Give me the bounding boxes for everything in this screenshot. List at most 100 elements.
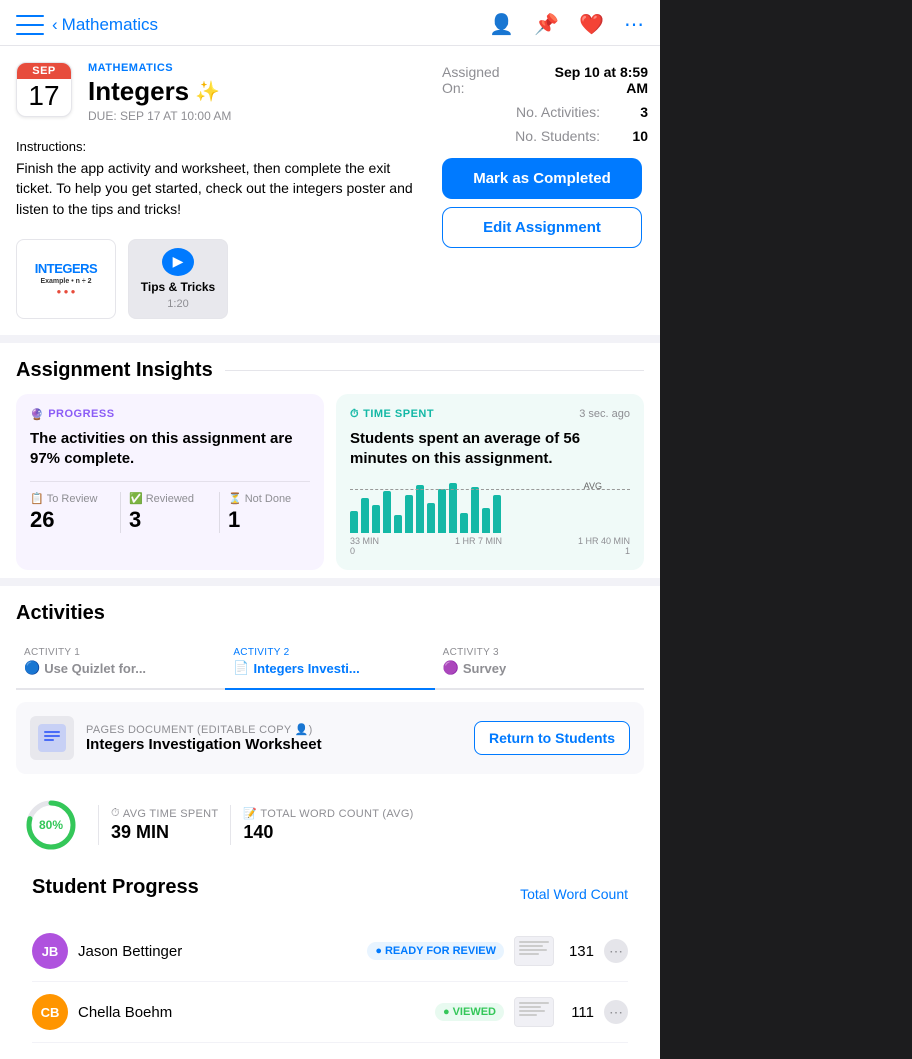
integers-attachment[interactable]: INTEGERS Example • n ÷ 2 ● ● ● bbox=[16, 239, 116, 319]
integers-title: INTEGERS bbox=[35, 261, 97, 276]
not-done-value: 1 bbox=[228, 507, 310, 533]
doc-card: PAGES DOCUMENT (EDITABLE COPY 👤) Integer… bbox=[16, 702, 644, 774]
attachments-row: INTEGERS Example • n ÷ 2 ● ● ● ▶ Tips & … bbox=[0, 231, 430, 335]
time-text: Students spent an average of 56 minutes … bbox=[350, 429, 630, 470]
subject-label: MATHEMATICS bbox=[88, 62, 414, 74]
activities-row: No. Activities: 3 bbox=[442, 100, 648, 124]
bar-6 bbox=[405, 495, 413, 533]
assignment-title: Integers ✨ bbox=[88, 76, 414, 107]
student-progress-title: Student Progress bbox=[32, 876, 199, 899]
assigned-on-label: Assigned On: bbox=[442, 64, 524, 96]
mark-completed-button[interactable]: Mark as Completed bbox=[442, 158, 642, 199]
chart-x-labels: 33 MIN 1 HR 7 MIN 1 HR 40 MIN bbox=[350, 536, 630, 546]
return-to-students-button[interactable]: Return to Students bbox=[474, 721, 630, 755]
x-label-2: 1 HR 7 MIN bbox=[455, 536, 502, 546]
assigned-on-value: Sep 10 at 8:59 AM bbox=[532, 64, 648, 96]
back-label: Mathematics bbox=[62, 15, 158, 35]
video-label: Tips & Tricks bbox=[141, 280, 215, 294]
tab-1-num: ACTIVITY 1 bbox=[24, 647, 217, 658]
assigned-on-row: Assigned On: Sep 10 at 8:59 AM bbox=[442, 60, 648, 100]
instructions-section: Instructions: Finish the app activity an… bbox=[0, 131, 430, 231]
progress-card: 🔮 PROGRESS The activities on this assign… bbox=[16, 394, 324, 571]
progress-stats: 📋 To Review 26 ✅ Reviewed 3 bbox=[30, 481, 310, 533]
top-nav: ‹ Mathematics 👤 📌 ❤️ ⋯ bbox=[0, 0, 660, 46]
instructions-text: Finish the app activity and worksheet, t… bbox=[16, 158, 414, 219]
tab-2-icon: 📄 bbox=[233, 660, 249, 676]
student-thumb-jb bbox=[514, 936, 554, 966]
student-name-cb: Chella Boehm bbox=[78, 1004, 425, 1021]
calendar-badge: SEP 17 bbox=[16, 62, 72, 117]
heart-icon[interactable]: ❤️ bbox=[579, 12, 604, 37]
reviewed-label: ✅ Reviewed bbox=[129, 492, 211, 505]
student-thumb-cb bbox=[514, 997, 554, 1027]
insights-title: Assignment Insights bbox=[16, 359, 213, 382]
avg-time-value: 39 MIN bbox=[111, 822, 218, 843]
badge-cb-dot: ● bbox=[443, 1006, 450, 1018]
y-label-0: 0 bbox=[350, 546, 355, 556]
tab-3-name: Survey bbox=[463, 661, 506, 676]
play-button[interactable]: ▶ bbox=[162, 248, 194, 276]
x-label-1: 33 MIN bbox=[350, 536, 379, 546]
bar-13 bbox=[482, 508, 490, 533]
badge-cb-label: VIEWED bbox=[453, 1006, 496, 1018]
ellipsis-icon[interactable]: ⋯ bbox=[624, 12, 644, 37]
person-icon[interactable]: 👤 bbox=[489, 12, 514, 37]
sparkle-icon: ✨ bbox=[195, 79, 220, 104]
stat-divider-2 bbox=[230, 805, 231, 845]
integers-dots: ● ● ● bbox=[57, 287, 76, 296]
tab-3-num: ACTIVITY 3 bbox=[443, 647, 636, 658]
not-done-label: ⏳ Not Done bbox=[228, 492, 310, 505]
bar-12 bbox=[471, 487, 479, 533]
assignment-info: MATHEMATICS Integers ✨ DUE: SEP 17 AT 10… bbox=[88, 62, 414, 123]
badge-jb: ● READY FOR REVIEW bbox=[367, 942, 504, 960]
calendar-month: SEP bbox=[17, 63, 71, 79]
students-row: No. Students: 10 bbox=[442, 124, 648, 148]
bar-10 bbox=[449, 483, 457, 533]
chart-area: AVG bbox=[350, 481, 630, 556]
activity-tab-2[interactable]: ACTIVITY 2 📄 Integers Investi... bbox=[225, 637, 434, 690]
more-btn-cb[interactable]: ⋯ bbox=[604, 1000, 628, 1024]
pin-icon[interactable]: 📌 bbox=[534, 12, 559, 37]
student-row-cb: CB Chella Boehm ● VIEWED 111 bbox=[32, 982, 628, 1043]
student-count-jb: 131 bbox=[564, 943, 594, 960]
insights-header: Assignment Insights bbox=[16, 359, 644, 382]
integers-subtitle: Example • n ÷ 2 bbox=[40, 278, 91, 285]
header-left: SEP 17 MATHEMATICS Integers ✨ DUE: SEP 1… bbox=[0, 46, 430, 335]
activity-tab-1[interactable]: ACTIVITY 1 🔵 Use Quizlet for... bbox=[16, 637, 225, 690]
not-done-stat: ⏳ Not Done 1 bbox=[220, 492, 310, 533]
sidebar-toggle[interactable] bbox=[16, 15, 44, 35]
tab-3-content: 🟣 Survey bbox=[443, 660, 636, 676]
chart-y-labels: 0 1 bbox=[350, 546, 630, 556]
doc-icon bbox=[30, 716, 74, 760]
avg-label: AVG bbox=[584, 481, 602, 491]
reviewed-stat: ✅ Reviewed 3 bbox=[121, 492, 220, 533]
activities-value: 3 bbox=[608, 104, 648, 120]
progress-text: The activities on this assignment are 97… bbox=[30, 429, 310, 470]
avatar-jb-initials: JB bbox=[42, 944, 59, 959]
word-count-col: 📝 TOTAL WORD COUNT (AVG) 140 bbox=[243, 807, 413, 843]
badge-cb: ● VIEWED bbox=[435, 1003, 504, 1021]
tab-1-name: Use Quizlet for... bbox=[44, 661, 146, 676]
action-buttons: Mark as Completed Edit Assignment bbox=[442, 158, 648, 248]
insights-section: Assignment Insights 🔮 PROGRESS The activ… bbox=[0, 343, 660, 579]
back-button[interactable]: ‹ Mathematics bbox=[52, 15, 158, 35]
progress-icon: 🔮 bbox=[30, 408, 44, 421]
students-value: 10 bbox=[608, 128, 648, 144]
word-count-icon: 📝 bbox=[243, 807, 257, 820]
activities-section: Activities ACTIVITY 1 🔵 Use Quizlet for.… bbox=[0, 586, 660, 1059]
not-done-icon: ⏳ bbox=[228, 492, 242, 505]
more-btn-jb[interactable]: ⋯ bbox=[604, 939, 628, 963]
avatar-cb-initials: CB bbox=[41, 1005, 60, 1020]
bar-11 bbox=[460, 513, 468, 533]
time-card-header: ⏱ TIME SPENT 3 sec. ago bbox=[350, 408, 630, 429]
time-ago: 3 sec. ago bbox=[579, 408, 630, 420]
to-review-value: 26 bbox=[30, 507, 112, 533]
activity-tab-3[interactable]: ACTIVITY 3 🟣 Survey bbox=[435, 637, 644, 690]
video-attachment[interactable]: ▶ Tips & Tricks 1:20 bbox=[128, 239, 228, 319]
edit-assignment-button[interactable]: Edit Assignment bbox=[442, 207, 642, 248]
total-word-count-link[interactable]: Total Word Count bbox=[520, 886, 628, 902]
tab-2-num: ACTIVITY 2 bbox=[233, 647, 426, 658]
students-label: No. Students: bbox=[515, 128, 600, 144]
bar-8 bbox=[427, 503, 435, 533]
student-row-jb: JB Jason Bettinger ● READY FOR REVIEW bbox=[32, 921, 628, 982]
